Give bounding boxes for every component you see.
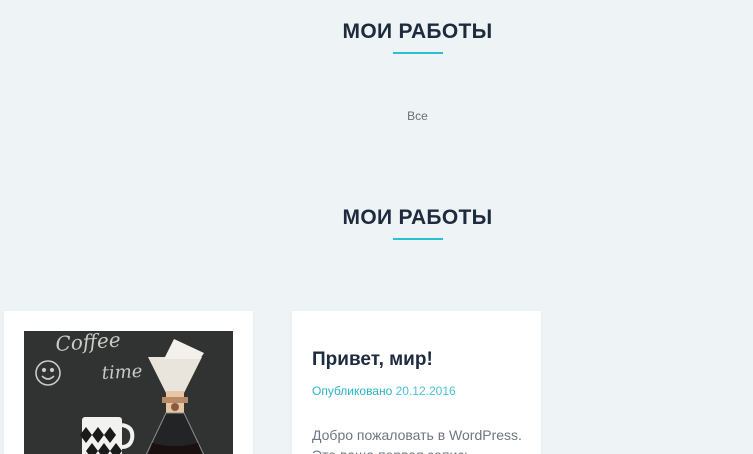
portfolio-card-post: Привет, мир! Опубликовано 20.12.2016 Доб… — [292, 311, 541, 454]
filter-all-button[interactable]: Все — [0, 109, 753, 123]
portfolio-page: МОИ РАБОТЫ Все МОИ РАБОТЫ Coffee time Пр… — [0, 0, 753, 454]
section-title-top: МОИ РАБОТЫ — [342, 20, 493, 43]
post-meta-prefix: Опубликовано — [312, 384, 393, 398]
post-excerpt-line-1: Добро пожаловать в WordPress. — [312, 427, 522, 443]
post-date-link[interactable]: 20.12.2016 — [396, 384, 456, 398]
section-title-underline-bottom — [393, 238, 443, 240]
post-meta: Опубликовано 20.12.2016 — [312, 384, 456, 398]
section-title-bottom: МОИ РАБОТЫ — [342, 206, 493, 229]
post-excerpt: Добро пожаловать в WordPress. Это ваша п… — [312, 425, 527, 454]
section-title-underline-top — [393, 52, 443, 54]
post-title-link[interactable]: Привет, мир! — [312, 349, 433, 371]
portfolio-card-image[interactable]: Coffee time — [4, 311, 253, 454]
post-thumbnail-image[interactable]: Coffee time — [24, 331, 233, 454]
post-excerpt-line-2: Это ваша первая запись. — [312, 445, 527, 454]
chalk-text-time: time — [101, 361, 143, 384]
